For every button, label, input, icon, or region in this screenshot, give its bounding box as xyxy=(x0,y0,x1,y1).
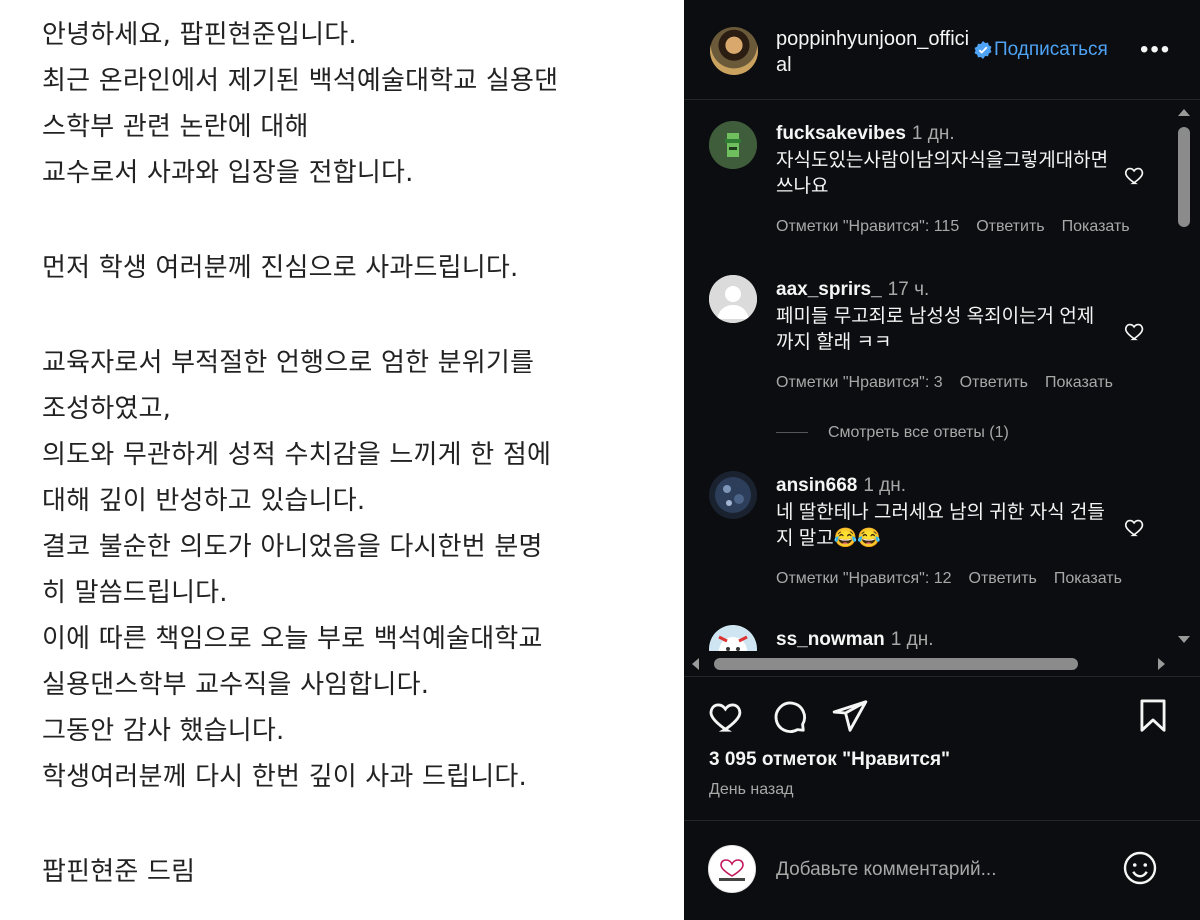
scroll-down-arrow-icon[interactable] xyxy=(1178,636,1190,643)
post-text-line: 조성하였고, xyxy=(42,394,172,424)
heart-icon[interactable] xyxy=(1124,516,1146,538)
comment-input[interactable] xyxy=(776,854,1116,886)
share-icon[interactable] xyxy=(831,697,869,735)
view-replies-link[interactable]: Смотреть все ответы (1) xyxy=(776,424,1009,442)
post-text-line: 교수로서 사과와 입장을 전합니다. xyxy=(42,158,414,188)
divider xyxy=(684,676,1200,677)
comment-likes[interactable]: Отметки "Нравится": 115 xyxy=(776,218,959,235)
post-text-line: 팝핀현준 드림 xyxy=(42,857,196,887)
show-translation-button[interactable]: Показать xyxy=(1062,218,1130,235)
comment-username[interactable]: aax_sprirs_ 17 ч. xyxy=(776,279,929,301)
comment-time: 17 ч. xyxy=(887,279,930,300)
vertical-scroll-thumb[interactable] xyxy=(1178,127,1190,227)
comment-text: 네 딸한테나 그러세요 남의 귀한 자식 건들지 말고😂😂 xyxy=(776,502,1105,549)
post-text-line: 교육자로서 부적절한 언행으로 엄한 분위기를 xyxy=(42,348,535,378)
instagram-panel: poppinhyunjoon_official Подписаться ••• … xyxy=(684,0,1200,920)
show-translation-button[interactable]: Показать xyxy=(1045,374,1113,391)
comment-username-text[interactable]: aax_sprirs_ xyxy=(776,279,882,300)
author-username[interactable]: poppinhyunjoon_official xyxy=(776,26,972,78)
follow-button[interactable]: Подписаться xyxy=(994,39,1108,61)
post-text-line: 대해 깊이 반성하고 있습니다. xyxy=(42,486,366,516)
comment-time: 1 дн. xyxy=(890,629,934,650)
likes-count[interactable]: 3 095 отметок "Нравится" xyxy=(709,749,950,771)
comment-username[interactable]: fucksakevibes 1 дн. xyxy=(776,123,955,145)
scroll-up-arrow-icon[interactable] xyxy=(1178,109,1190,116)
comment-likes[interactable]: Отметки "Нравится": 12 xyxy=(776,570,952,587)
comment-meta: Отметки "Нравится": 3 Ответить Показать xyxy=(776,374,1176,392)
post-text-line: 히 말씀드립니다. xyxy=(42,578,228,608)
reply-button[interactable]: Ответить xyxy=(969,570,1037,587)
post-text-line: 이에 따른 책임으로 오늘 부로 백석예술대학교 xyxy=(42,624,543,654)
comment-text: 자식도있는사람이남의자식을그렇게대하면쓰나요 xyxy=(776,150,1109,197)
author-avatar[interactable] xyxy=(710,27,758,75)
comment-username-text[interactable]: ss_nowman xyxy=(776,629,885,650)
post-text-blank xyxy=(42,291,644,340)
post-image: 안녕하세요, 팝핀현준입니다. 최근 온라인에서 제기된 백석예술대학교 실용댄… xyxy=(0,0,684,920)
replies-divider xyxy=(776,432,808,434)
post-header: poppinhyunjoon_official Подписаться ••• xyxy=(684,0,1200,100)
commenter-avatar[interactable] xyxy=(709,471,757,519)
post-text-line: 그동안 감사 했습니다. xyxy=(42,716,285,746)
comment-text: 페미들 무고죄로 남성성 옥죄이는거 언제까지 할래 ㅋㅋ xyxy=(776,306,1095,353)
comment-username-text[interactable]: ansin668 xyxy=(776,475,857,496)
vertical-scrollbar[interactable] xyxy=(1174,103,1194,653)
comments-list: fucksakevibes 1 дн. 자식도있는사람이남의자식을그렇게대하면쓰나… xyxy=(684,101,1200,651)
commenter-avatar[interactable] xyxy=(709,275,757,323)
post-text-line: 안녕하세요, 팝핀현준입니다. xyxy=(42,20,357,50)
bookmark-icon[interactable] xyxy=(1134,697,1172,735)
comment-icon[interactable] xyxy=(770,697,808,735)
comment-time: 1 дн. xyxy=(911,123,955,144)
post-text-blank xyxy=(42,196,644,245)
post-text-line: 먼저 학생 여러분께 진심으로 사과드립니다. xyxy=(42,253,519,283)
heart-icon[interactable] xyxy=(708,697,746,735)
current-user-avatar xyxy=(708,845,756,893)
post-text-line: 의도와 무관하게 성적 수치감을 느끼게 한 점에 xyxy=(42,440,552,470)
emoji-icon[interactable] xyxy=(1122,850,1158,886)
divider xyxy=(684,820,1200,821)
post-text-line: 스학부 관련 논란에 대해 xyxy=(42,112,309,142)
comment-meta: Отметки "Нравится": 115 Ответить Показать xyxy=(776,218,1176,236)
scroll-left-arrow-icon[interactable] xyxy=(692,658,699,670)
reply-button[interactable]: Ответить xyxy=(960,374,1028,391)
comment-username[interactable]: ss_nowman 1 дн. xyxy=(776,629,933,651)
post-text: 안녕하세요, 팝핀현준입니다. 최근 온라인에서 제기된 백석예술대학교 실용댄… xyxy=(42,12,644,895)
comment-time: 1 дн. xyxy=(863,475,907,496)
view-replies-label[interactable]: Смотреть все ответы (1) xyxy=(828,424,1009,441)
post-text-blank xyxy=(42,800,644,849)
more-horizontal-icon[interactable]: ••• xyxy=(1140,36,1171,64)
show-translation-button[interactable]: Показать xyxy=(1054,570,1122,587)
reply-button[interactable]: Ответить xyxy=(976,218,1044,235)
post-text-line: 결코 불순한 의도가 아니었음을 다시한번 분명 xyxy=(42,532,543,562)
heart-icon[interactable] xyxy=(1124,164,1146,186)
comment-username-text[interactable]: fucksakevibes xyxy=(776,123,906,144)
comment-meta: Отметки "Нравится": 12 Ответить Показать xyxy=(776,570,1176,588)
post-time: День назад xyxy=(709,781,794,798)
horizontal-scrollbar[interactable] xyxy=(688,654,1172,674)
commenter-avatar[interactable] xyxy=(709,625,757,651)
heart-icon[interactable] xyxy=(1124,320,1146,342)
horizontal-scroll-thumb[interactable] xyxy=(714,658,1078,670)
post-text-line: 최근 온라인에서 제기된 백석예술대학교 실용댄 xyxy=(42,66,559,96)
comment-likes[interactable]: Отметки "Нравится": 3 xyxy=(776,374,943,391)
comment-username[interactable]: ansin668 1 дн. xyxy=(776,475,906,497)
commenter-avatar[interactable] xyxy=(709,121,757,169)
scroll-right-arrow-icon[interactable] xyxy=(1158,658,1165,670)
post-text-line: 실용댄스학부 교수직을 사임합니다. xyxy=(42,670,430,700)
verified-badge-icon xyxy=(974,41,992,59)
post-text-line: 학생여러분께 다시 한번 깊이 사과 드립니다. xyxy=(42,762,527,792)
